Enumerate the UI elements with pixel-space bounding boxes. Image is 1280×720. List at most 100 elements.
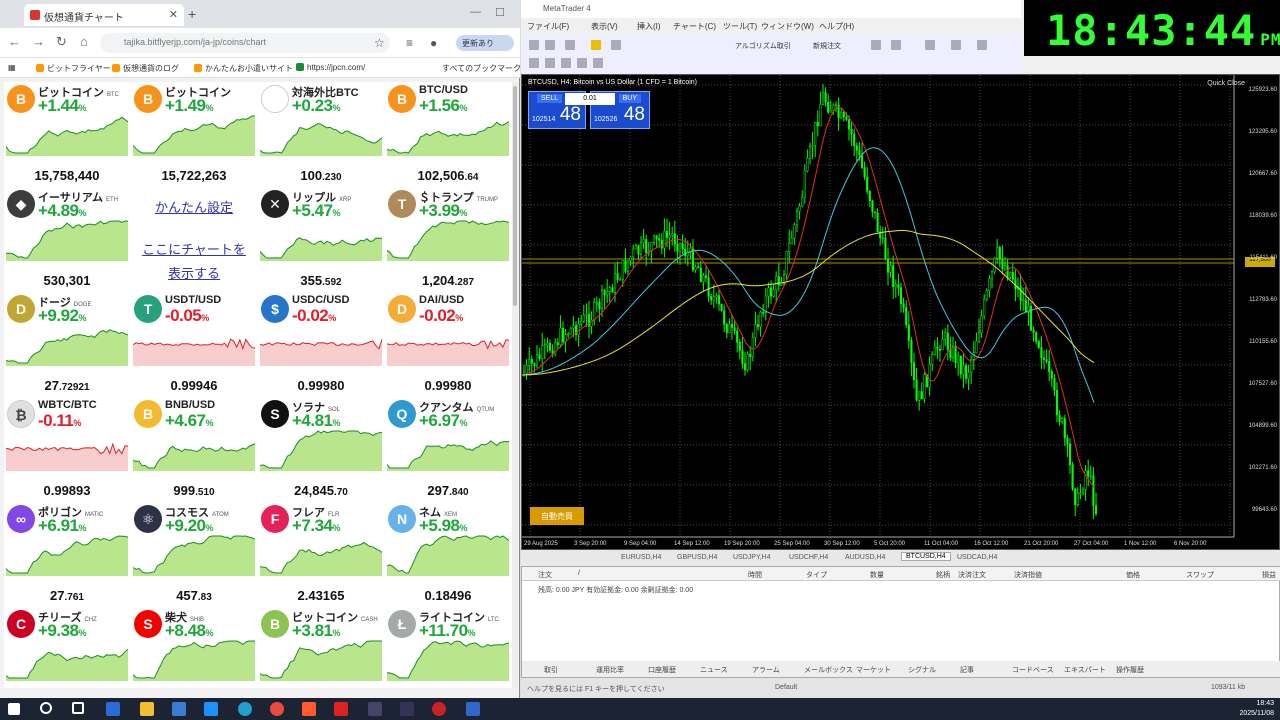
toolbar-icon[interactable] bbox=[545, 40, 555, 50]
home-icon[interactable]: ⌂ bbox=[80, 34, 88, 49]
app-icon[interactable] bbox=[334, 702, 348, 716]
crypto-tile[interactable]: S 柴犬 SHIB +8.48% bbox=[131, 607, 257, 688]
crypto-tile[interactable]: B BNB/USD +4.67% 999.510 bbox=[131, 397, 257, 501]
edge-icon[interactable] bbox=[106, 702, 120, 716]
chart-tab[interactable]: EURUSD,H4 bbox=[621, 554, 661, 561]
mt4-taskbar-icon[interactable] bbox=[466, 702, 480, 716]
quick-close-button[interactable]: Quick Close bbox=[1207, 80, 1245, 87]
chart-tab[interactable]: AUDUSD,H4 bbox=[845, 554, 885, 561]
minimize-icon[interactable]: — bbox=[470, 6, 481, 18]
crypto-tile[interactable]: B BTC/USD +1.56% 102,506.64 bbox=[385, 82, 511, 186]
toolbar-icon[interactable] bbox=[529, 40, 539, 50]
all-bookmarks[interactable]: すべてのブックマーク bbox=[442, 63, 521, 74]
apps-icon[interactable]: ▦ bbox=[8, 63, 16, 72]
terminal-column-header[interactable]: / bbox=[578, 570, 580, 577]
crypto-tile[interactable]: ⚛ コスモス ATOM +9.20% 457.83 bbox=[131, 502, 257, 606]
crypto-tile[interactable]: ✕ リップル XRP +5.47% 355.592 bbox=[258, 187, 384, 291]
chart-tab[interactable]: USDCAD,H4 bbox=[957, 554, 997, 561]
toolbar-icon[interactable] bbox=[891, 40, 901, 50]
toolbar-icon[interactable] bbox=[977, 40, 987, 50]
browser-app-icon[interactable] bbox=[238, 702, 252, 716]
crypto-tile[interactable]: C チリーズ CHZ +9.38% bbox=[4, 607, 130, 688]
terminal-tab[interactable]: 運用比率 bbox=[596, 665, 624, 675]
crypto-tile[interactable]: N ネム XEM +5.98% 0.18496 bbox=[385, 502, 511, 606]
crypto-tile[interactable]: B ビットコイン BTC +1.44% 15,758,440 bbox=[4, 82, 130, 186]
menu-window[interactable]: ウィンドウ(W) bbox=[761, 21, 814, 32]
crypto-tile[interactable]: 対海外比BTC +0.23% 100.230 bbox=[258, 82, 384, 186]
menu-file[interactable]: ファイル(F) bbox=[527, 21, 569, 32]
crypto-tile[interactable]: B ビットコイン CASH +3.81% bbox=[258, 607, 384, 688]
crypto-tile[interactable]: T ＄トランプ TRUMP +3.99% 1,204.287 bbox=[385, 187, 511, 291]
new-tab-icon[interactable]: + bbox=[188, 6, 196, 22]
terminal-tab[interactable]: メールボックス bbox=[804, 665, 853, 675]
crypto-tile[interactable]: Ł ライトコイン LTC +11.70% bbox=[385, 607, 511, 688]
star-icon[interactable]: ☆ bbox=[374, 36, 385, 50]
terminal-column-header[interactable]: 決済指値 bbox=[1014, 570, 1042, 580]
crypto-tile[interactable]: S ソラナ SOL +4.81% 24,845.70 bbox=[258, 397, 384, 501]
toolbar-icon[interactable] bbox=[565, 40, 575, 50]
extensions-icon[interactable]: ≡ bbox=[406, 36, 413, 50]
close-tab-icon[interactable]: ✕ bbox=[169, 8, 178, 21]
autotrade-button[interactable]: アルゴリズム取引 bbox=[735, 41, 791, 51]
menu-chart[interactable]: チャート(C) bbox=[673, 21, 716, 32]
chart-setup-link[interactable]: かんたん設定 bbox=[131, 197, 257, 216]
terminal-tab[interactable]: 操作履歴 bbox=[1116, 665, 1144, 675]
price-chart[interactable]: BTCUSD, H4: Bitcoin vs US Dollar (1 CFD … bbox=[521, 74, 1280, 550]
terminal-tab[interactable]: マーケット bbox=[856, 665, 891, 675]
bookmark-item[interactable]: https://jpcn.com/ bbox=[296, 63, 365, 72]
terminal-column-header[interactable]: 決済注文 bbox=[958, 570, 986, 580]
toolbar-icon[interactable] bbox=[529, 58, 539, 68]
crypto-tile[interactable]: ₿ WBTC/BTC -0.11% 0.99893 bbox=[4, 397, 130, 501]
terminal-tab[interactable]: 記事 bbox=[960, 665, 974, 675]
bookmark-item[interactable]: かんたんお小遣いサイト bbox=[194, 63, 293, 74]
toolbar-icon[interactable] bbox=[871, 40, 881, 50]
crypto-tile[interactable]: T USDT/USD -0.05% 0.99946 bbox=[131, 292, 257, 396]
crypto-tile[interactable]: ◆ イーサリアム ETH +4.89% 530,301 bbox=[4, 187, 130, 291]
terminal-tab[interactable]: 取引 bbox=[544, 665, 558, 675]
back-icon[interactable]: ← bbox=[8, 34, 21, 49]
terminal-column-header[interactable]: 時間 bbox=[748, 570, 762, 580]
chart-setup-link[interactable]: 表示する bbox=[131, 263, 257, 282]
lot-size-input[interactable]: 0.01 bbox=[565, 93, 615, 105]
chart-setup-link[interactable]: ここにチャートを bbox=[131, 239, 257, 258]
chart-tab[interactable]: BTCUSD,H4 bbox=[901, 552, 951, 561]
brave-icon[interactable] bbox=[302, 702, 316, 716]
chart-tab[interactable]: GBPUSD,H4 bbox=[677, 554, 717, 561]
terminal-tab[interactable]: コードベース bbox=[1012, 665, 1054, 675]
url-field[interactable]: tajika.bitflyerjp.com/ja-jp/coins/chart bbox=[100, 33, 390, 53]
terminal-tab[interactable]: 口座履歴 bbox=[648, 665, 676, 675]
menu-tools[interactable]: ツール(T) bbox=[723, 21, 757, 32]
toolbar-icon[interactable] bbox=[925, 40, 935, 50]
bookmark-item[interactable]: 仮想通貨のログ bbox=[112, 63, 179, 74]
taskbar-clock[interactable]: 18:43 2025/11/08 bbox=[1239, 699, 1274, 719]
forward-icon[interactable]: → bbox=[32, 34, 45, 49]
crypto-tile[interactable]: Q クアンタム QTUM +6.97% 297.840 bbox=[385, 397, 511, 501]
new-order-button[interactable]: 新規注文 bbox=[813, 41, 841, 51]
terminal-column-header[interactable]: スワップ bbox=[1186, 570, 1214, 580]
bookmark-item[interactable]: ビットフライヤー bbox=[36, 63, 111, 74]
crypto-tile[interactable]: D DAI/USD -0.02% 0.99980 bbox=[385, 292, 511, 396]
terminal-tab[interactable]: ニュース bbox=[700, 665, 728, 675]
crypto-tile[interactable]: ∞ ポリゴン MATIC +6.91% 27.761 bbox=[4, 502, 130, 606]
menu-help[interactable]: ヘルプ(H) bbox=[819, 21, 854, 32]
chrome-icon[interactable] bbox=[270, 702, 284, 716]
app-icon[interactable] bbox=[400, 702, 414, 716]
toolbar-icon[interactable] bbox=[593, 58, 603, 68]
menu-view[interactable]: 表示(V) bbox=[591, 21, 618, 32]
crypto-tile[interactable]: $ USDC/USD -0.02% 0.99980 bbox=[258, 292, 384, 396]
toolbar-icon[interactable] bbox=[577, 58, 587, 68]
reload-icon[interactable]: ↻ bbox=[56, 34, 67, 50]
maximize-icon[interactable]: ☐ bbox=[495, 6, 505, 19]
scrollbar[interactable] bbox=[512, 82, 518, 688]
start-icon[interactable] bbox=[8, 703, 20, 715]
toolbar-icon[interactable] bbox=[611, 40, 621, 50]
browser-tab[interactable]: 仮想通貨チャート ✕ bbox=[24, 4, 184, 26]
terminal-column-header[interactable]: 注文 bbox=[538, 570, 552, 580]
crypto-tile[interactable]: かんたん設定 ここにチャートを 表示する bbox=[131, 187, 257, 291]
app-icon[interactable] bbox=[432, 702, 446, 716]
terminal-tab[interactable]: アラーム bbox=[752, 665, 780, 675]
chart-tab[interactable]: USDJPY,H4 bbox=[733, 554, 771, 561]
terminal-column-header[interactable]: 数量 bbox=[870, 570, 884, 580]
terminal-column-header[interactable]: タイプ bbox=[806, 570, 827, 580]
toolbar-icon[interactable] bbox=[545, 58, 555, 68]
